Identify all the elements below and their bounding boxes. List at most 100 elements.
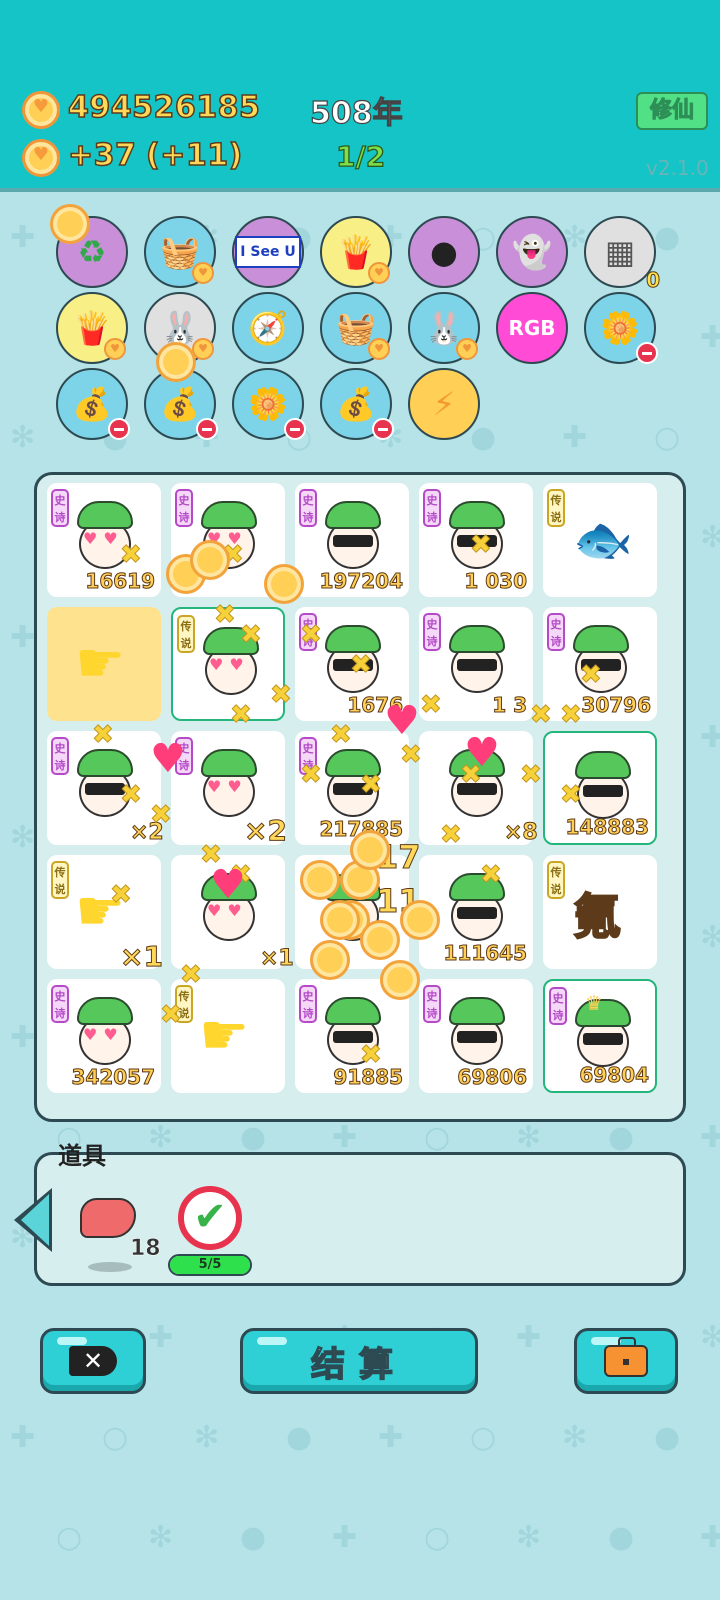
koi-fish-icon: 🐟 bbox=[573, 512, 633, 568]
epic-rarity-tag: 史诗 bbox=[423, 985, 441, 1023]
top-status-bar: 494526185 +37 (+11) 508年 1/2 修仙 v2.1.0 bbox=[0, 0, 720, 192]
board-cell[interactable]: ☛ 传说 bbox=[171, 979, 285, 1093]
background-shape: ● bbox=[286, 1420, 313, 1455]
board-cell[interactable]: 史诗 197204 bbox=[295, 483, 409, 597]
background-shape: ○ bbox=[424, 1120, 451, 1155]
sparkle-cross-icon: ✖ bbox=[360, 1040, 383, 1071]
compass-icon[interactable]: 🧭 bbox=[232, 292, 304, 364]
liver-item-icon[interactable] bbox=[80, 1198, 136, 1238]
sparkle-cross-icon: ✖ bbox=[420, 690, 443, 721]
green-hat-face-icon: ♥♥ bbox=[73, 997, 137, 1069]
green-hat bbox=[201, 749, 257, 777]
coin-badge-icon: ♥ bbox=[456, 338, 478, 360]
green-hat bbox=[573, 625, 629, 653]
money-sack-icon[interactable]: 💰 bbox=[56, 368, 130, 440]
liver-item-count: 18 bbox=[130, 1236, 161, 1262]
background-shape: ✻ bbox=[700, 920, 720, 955]
lightning-icon[interactable]: ⚡ bbox=[408, 368, 480, 440]
coin-effect-icon bbox=[300, 860, 340, 900]
background-shape: ✻ bbox=[10, 820, 36, 855]
epic-rarity-tag: 史诗 bbox=[299, 489, 317, 527]
board-cell[interactable]: ☛ bbox=[47, 607, 161, 721]
sparkle-cross-icon: ✖ bbox=[160, 1000, 183, 1031]
remove-badge-icon bbox=[636, 342, 658, 364]
sparkle-cross-icon: ✖ bbox=[530, 700, 553, 731]
green-hat bbox=[77, 749, 133, 777]
sparkle-cross-icon: ✖ bbox=[120, 780, 143, 811]
green-hat-face-icon bbox=[321, 501, 385, 573]
eyepatch-icon[interactable]: ● bbox=[408, 216, 480, 288]
ghost-icon[interactable]: 👻 bbox=[496, 216, 568, 288]
fruit-basket-icon[interactable]: 🧺 ♥ bbox=[144, 216, 216, 288]
wave-counter: 1/2 bbox=[335, 139, 386, 173]
background-shape: ✻ bbox=[516, 1520, 542, 1555]
sunglasses-icon bbox=[457, 659, 497, 671]
legend-rarity-tag: 传说 bbox=[547, 489, 565, 527]
sparkle-cross-icon: ✖ bbox=[470, 530, 493, 561]
green-hat-face-icon bbox=[445, 997, 509, 1069]
green-hat bbox=[325, 501, 381, 529]
coin-badge-icon: ♥ bbox=[368, 338, 390, 360]
coin-rate: +37 bbox=[67, 137, 137, 174]
background-shape: ✻ bbox=[700, 1320, 720, 1355]
items-prev-arrow[interactable] bbox=[14, 1188, 52, 1252]
i-see-u-sign-icon[interactable]: I See U bbox=[232, 216, 304, 288]
board-cell[interactable]: 史诗 69806 bbox=[419, 979, 533, 1093]
board-cell[interactable]: ♛ 史诗 69804 bbox=[543, 979, 657, 1093]
check-item-icon[interactable]: ✔ bbox=[178, 1186, 242, 1250]
fries-icon[interactable]: 🍟 ♥ bbox=[56, 292, 128, 364]
board-cell[interactable]: 氪传说 bbox=[543, 855, 657, 969]
sparkle-cross-icon: ✖ bbox=[300, 620, 323, 651]
close-button[interactable]: ✕ bbox=[40, 1328, 146, 1394]
sparkle-cross-icon: ✖ bbox=[110, 880, 133, 911]
sparkle-cross-icon: ✖ bbox=[214, 600, 237, 631]
crown-icon: ♛ bbox=[585, 991, 603, 1015]
green-hat bbox=[575, 999, 631, 1027]
coin-bonus: (+11) bbox=[145, 137, 243, 174]
settle-button[interactable]: 结算 bbox=[240, 1328, 478, 1394]
sunglasses-icon bbox=[583, 785, 623, 797]
sparkle-cross-icon: ✖ bbox=[230, 700, 253, 731]
rabbit-icon[interactable]: 🐰 ♥ bbox=[408, 292, 480, 364]
rgb-icon[interactable]: RGB bbox=[496, 292, 568, 364]
fries-icon[interactable]: 🍟 ♥ bbox=[320, 216, 392, 288]
inventory-button[interactable] bbox=[574, 1328, 678, 1394]
krypton-element-icon: 氪 bbox=[572, 888, 622, 946]
remove-badge-icon bbox=[108, 418, 130, 440]
cultivate-button[interactable]: 修仙 bbox=[636, 92, 708, 130]
potted-flower-icon[interactable]: 🌼 bbox=[584, 292, 658, 364]
potted-flower-icon[interactable]: 🌼 bbox=[232, 368, 306, 440]
remove-badge-icon bbox=[372, 418, 394, 440]
sparkle-cross-icon: ✖ bbox=[330, 720, 353, 751]
coin-effect-icon bbox=[360, 920, 400, 960]
sparkle-cross-icon: ✖ bbox=[350, 650, 373, 681]
background-shape: ✚ bbox=[10, 1420, 36, 1455]
board-cell[interactable]: ♥♥ 史诗 16619 bbox=[47, 483, 161, 597]
sparkle-cross-icon: ✖ bbox=[560, 700, 583, 731]
floating-coin-icon bbox=[156, 342, 196, 382]
sparkle-cross-icon: ✖ bbox=[180, 960, 203, 991]
heart-effect-icon: ♥ bbox=[464, 730, 500, 776]
money-sack-icon[interactable]: 💰 bbox=[320, 368, 394, 440]
fruit-basket-icon[interactable]: 🧺 ♥ bbox=[320, 292, 392, 364]
board-cell[interactable]: 🐟 传说 bbox=[543, 483, 657, 597]
relic-glyph: ⚡ bbox=[432, 385, 456, 423]
sunglasses-icon bbox=[457, 907, 497, 919]
egg-tray-icon[interactable]: ▦ 0 bbox=[584, 216, 660, 293]
background-shape: ● bbox=[240, 1120, 267, 1155]
sparkle-cross-icon: ✖ bbox=[150, 800, 173, 831]
coin-icon bbox=[22, 139, 60, 177]
remove-badge-icon bbox=[284, 418, 306, 440]
floating-coin-icon bbox=[50, 204, 90, 244]
coin-effect-icon bbox=[400, 900, 440, 940]
sparkle-cross-icon: ✖ bbox=[400, 740, 423, 771]
background-shape: ✚ bbox=[700, 1520, 720, 1555]
green-hat bbox=[77, 501, 133, 529]
relic-glyph: I See U bbox=[235, 236, 301, 268]
relic-glyph: 🧭 bbox=[248, 309, 288, 347]
coin-effect-icon bbox=[320, 900, 360, 940]
epic-rarity-tag: 史诗 bbox=[549, 987, 567, 1025]
board-cell[interactable]: ♥♥ 史诗 342057 bbox=[47, 979, 161, 1093]
version-label: v2.1.0 bbox=[646, 156, 709, 180]
legend-rarity-tag: 传说 bbox=[177, 615, 195, 653]
